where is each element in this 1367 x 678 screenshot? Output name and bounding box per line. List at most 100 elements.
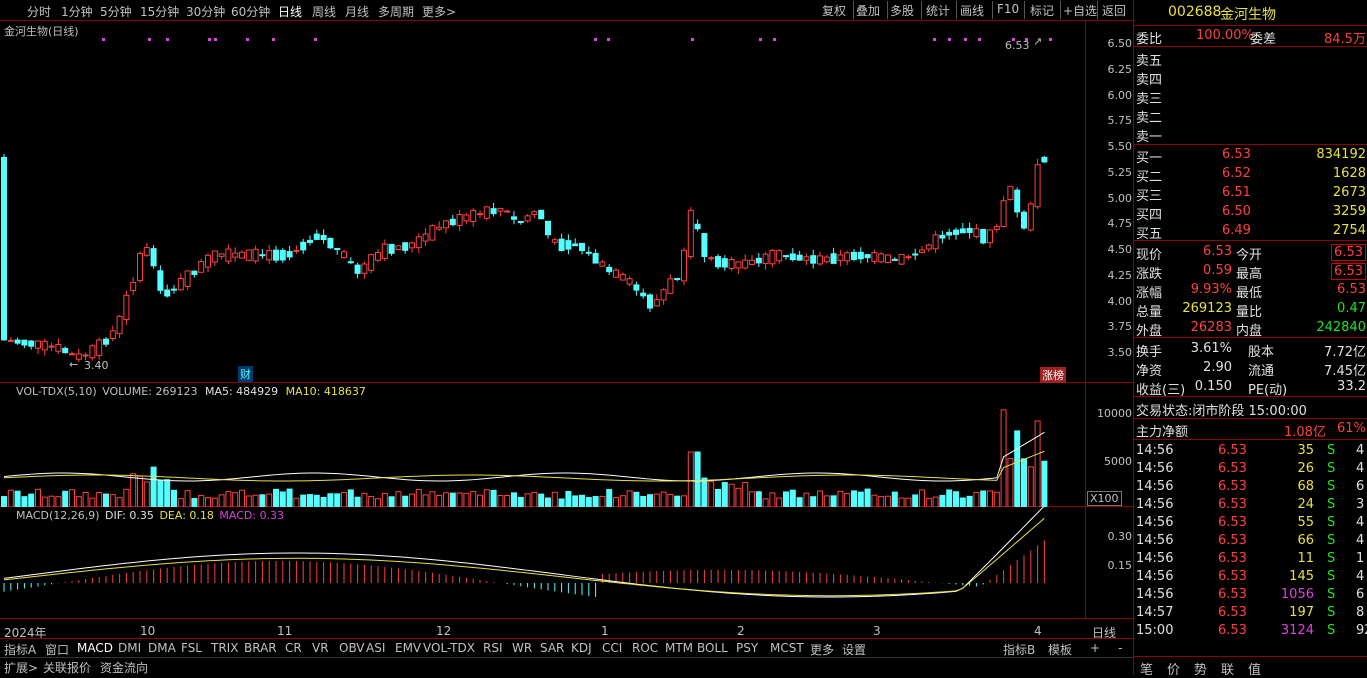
indicator-tab-psy[interactable]: PSY [736,641,758,655]
volume-bar [89,497,96,507]
tick-side: S [1327,623,1336,638]
tick-row: 14:56 6.53 55 S 4 [1134,514,1367,533]
indicator-tab-wr[interactable]: WR [512,641,532,655]
stat-value: 6.53 [1331,244,1366,261]
right-tab-4[interactable]: 值 [1248,659,1261,678]
candle-body [381,243,388,259]
volume-bar [177,498,184,507]
indicator-tab-boll[interactable]: BOLL [697,641,728,655]
tool-overlay-button[interactable]: 叠加 [856,2,880,19]
indicator-tab-roc[interactable]: ROC [632,641,658,655]
expand-button[interactable]: 扩展> [4,659,38,676]
sell-level-5[interactable]: 卖五 [1134,49,1367,69]
indicator-tab-sar[interactable]: SAR [540,641,564,655]
indicator-tab-emv[interactable]: EMV [395,641,421,655]
indicator-tab-rsi[interactable]: RSI [483,641,503,655]
indicator-tab-brar[interactable]: BRAR [244,641,277,655]
tool-back-button[interactable]: 返回 [1102,2,1126,19]
tool-f10-button[interactable]: F10 [997,2,1019,16]
tool-mark-button[interactable]: 标记 [1030,2,1054,19]
period-tab-daily[interactable]: 日线 [278,3,302,20]
candle-body [1027,203,1034,231]
kline-chart[interactable] [0,21,1085,382]
volume-bar [633,491,640,507]
period-tab-15min[interactable]: 15分钟 [140,3,179,20]
sell-level-2[interactable]: 卖二 [1134,106,1367,126]
volume-bar [769,492,776,507]
tick-volume: 66 [1297,533,1314,548]
indicator-tab-kdj[interactable]: KDJ [571,641,592,655]
tool-fuquan-button[interactable]: 复权 [822,2,846,19]
candle-body [878,253,885,263]
volume-bar [701,477,708,507]
volume-bar [211,497,218,507]
tool-stats-button[interactable]: 统计 [926,2,950,19]
sell-level-4[interactable]: 卖四 [1134,68,1367,88]
indicator-tab-vol-tdx[interactable]: VOL-TDX [423,641,475,655]
indicator-tab-指标a[interactable]: 指标A [4,641,36,658]
indicator-tab-cr[interactable]: CR [285,641,302,655]
candle-body [592,252,599,264]
indicator-right-0[interactable]: 指标B [1003,641,1035,658]
indicator-tab-mtm[interactable]: MTM [665,641,693,655]
indicator-tab-asi[interactable]: ASI [366,641,385,655]
fund-flow-tab[interactable]: 资金流向 [100,659,148,676]
event-marker [272,38,275,41]
buy-level-1[interactable]: 买一 6.53 834192 [1134,146,1367,166]
candle-body [429,225,436,241]
indicator-tab-更多[interactable]: 更多 [810,641,834,658]
period-tab-weekly[interactable]: 周线 [312,3,336,20]
indicator-tab-obv[interactable]: OBV [339,641,365,655]
indicator-tab-trix[interactable]: TRIX [211,641,238,655]
period-tab-multi[interactable]: 多周期 [378,3,414,20]
indicator-right-3[interactable]: - [1118,641,1122,655]
indicator-tab-dma[interactable]: DMA [148,641,176,655]
event-marker [246,38,249,41]
indicator-tab-mcst[interactable]: MCST [770,641,804,655]
finance-badge[interactable]: 财 [238,366,253,382]
period-tab-fenshi[interactable]: 分时 [27,3,51,20]
tick-price: 6.53 [1218,443,1247,458]
period-tab-monthly[interactable]: 月线 [345,3,369,20]
right-tab-1[interactable]: 价 [1167,659,1180,678]
candle-body [96,339,103,356]
period-tab-5min[interactable]: 5分钟 [100,3,132,20]
right-tab-0[interactable]: 笔 [1140,659,1153,678]
indicator-right-1[interactable]: 模板 [1048,641,1072,658]
buy-level-3[interactable]: 买三 6.51 2673 [1134,184,1367,204]
candle-body [844,252,851,262]
indicator-tab-macd[interactable]: MACD [77,641,113,655]
right-tab-3[interactable]: 联 [1221,659,1234,678]
sell-level-1[interactable]: 卖一 [1134,125,1367,145]
indicator-tab-设置[interactable]: 设置 [842,641,866,658]
candle-body [803,256,810,261]
tool-multistock-button[interactable]: 多股 [890,2,914,19]
buy-level-2[interactable]: 买二 6.52 1628 [1134,165,1367,185]
macd-chart[interactable] [0,507,1085,619]
indicator-tab-dmi[interactable]: DMI [118,641,141,655]
buy-level-5[interactable]: 买五 6.49 2754 [1134,222,1367,242]
volume-chart[interactable] [0,383,1085,507]
period-tab-30min[interactable]: 30分钟 [186,3,225,20]
sell-level-3[interactable]: 卖三 [1134,87,1367,107]
indicator-tab-vr[interactable]: VR [312,641,329,655]
right-tab-2[interactable]: 势 [1194,659,1207,678]
indicator-right-2[interactable]: + [1090,641,1100,655]
candle-body [395,245,402,251]
tool-add-watchlist-button[interactable]: +自选 [1063,2,1097,19]
period-tab-60min[interactable]: 60分钟 [231,3,270,20]
candle-body [334,248,341,251]
related-quotes-tab[interactable]: 关联报价 [43,659,91,676]
tool-draw-button[interactable]: 画线 [960,2,984,19]
chart-area[interactable]: 金河生物(日线) 6.50 6.25 6.00 5.75 5.50 5.25 5.00 4.7… [0,21,1133,640]
indicator-tab-fsl[interactable]: FSL [181,641,202,655]
buy-level-4[interactable]: 买四 6.50 3259 [1134,203,1367,223]
period-tab-more[interactable]: 更多> [422,3,456,20]
period-tab-1min[interactable]: 1分钟 [61,3,93,20]
volume-bar [830,495,837,507]
top-gainer-badge[interactable]: 涨榜 [1040,367,1066,383]
price-tick: 6.00 [1107,88,1133,102]
volume-bar [721,482,728,507]
indicator-tab-窗口[interactable]: 窗口 [45,641,69,658]
indicator-tab-cci[interactable]: CCI [602,641,622,655]
